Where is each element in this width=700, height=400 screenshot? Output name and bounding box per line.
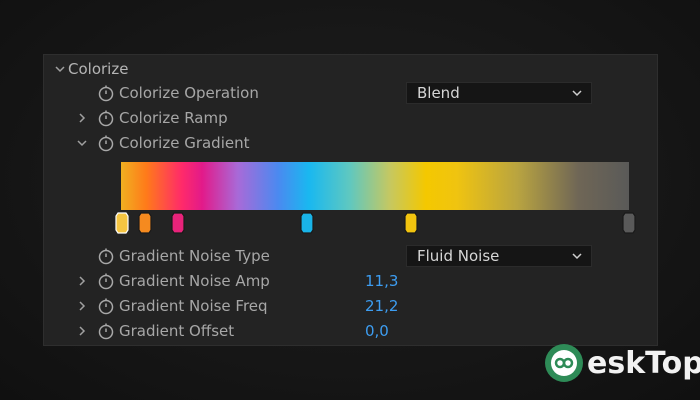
chevron-down-icon[interactable] (52, 61, 68, 77)
gradient-stop-handle[interactable] (300, 212, 314, 234)
property-label: Colorize Ramp (119, 109, 228, 127)
gradient-stop-handle[interactable] (115, 212, 129, 234)
gradient-stop-handle[interactable] (622, 212, 636, 234)
property-label: Colorize Gradient (119, 134, 250, 152)
chevron-down-icon (572, 90, 582, 97)
property-label: Gradient Noise Freq (119, 297, 268, 315)
colorize-operation-dropdown[interactable]: Blend (406, 82, 592, 104)
gradient-stop-handle[interactable] (171, 212, 185, 234)
stopwatch-icon[interactable] (97, 322, 115, 340)
chevron-right-icon[interactable] (74, 298, 90, 314)
dropdown-value: Fluid Noise (417, 247, 500, 265)
property-label: Colorize Operation (119, 84, 259, 102)
gradient-preview-bar[interactable] (121, 162, 629, 210)
stopwatch-icon[interactable] (97, 297, 115, 315)
property-gradient-noise-type: Gradient Noise Type Fluid Noise (44, 244, 657, 268)
chevron-right-icon[interactable] (74, 110, 90, 126)
stopwatch-icon[interactable] (97, 272, 115, 290)
stopwatch-icon[interactable] (97, 247, 115, 265)
desktop-watermark: eskTop (543, 342, 700, 384)
gradient-stop-handle[interactable] (138, 212, 152, 234)
property-gradient-offset: Gradient Offset 0,0 (44, 319, 657, 343)
gradient-noise-freq-value[interactable]: 21,2 (365, 297, 398, 315)
property-label: Gradient Offset (119, 322, 235, 340)
chevron-down-icon (572, 253, 582, 260)
gradient-offset-value[interactable]: 0,0 (365, 322, 389, 340)
property-gradient-noise-amp: Gradient Noise Amp 11,3 (44, 269, 657, 293)
property-gradient-noise-freq: Gradient Noise Freq 21,2 (44, 294, 657, 318)
chevron-right-icon[interactable] (74, 323, 90, 339)
gradient-noise-amp-value[interactable]: 11,3 (365, 272, 398, 290)
property-colorize-operation: Colorize Operation Blend (44, 81, 657, 105)
stopwatch-icon[interactable] (97, 134, 115, 152)
desktop-logo-icon (545, 344, 583, 382)
stopwatch-icon[interactable] (97, 84, 115, 102)
section-title: Colorize (68, 60, 129, 78)
chevron-right-icon[interactable] (74, 273, 90, 289)
watermark-text: eskTop (587, 345, 700, 381)
property-label: Gradient Noise Amp (119, 272, 270, 290)
property-label: Gradient Noise Type (119, 247, 270, 265)
property-colorize-ramp: Colorize Ramp (44, 106, 657, 130)
chevron-down-icon[interactable] (74, 135, 90, 151)
section-header-colorize[interactable]: Colorize (44, 57, 657, 81)
gradient-noise-type-dropdown[interactable]: Fluid Noise (406, 245, 592, 267)
stopwatch-icon[interactable] (97, 109, 115, 127)
dropdown-value: Blend (417, 84, 460, 102)
property-colorize-gradient: Colorize Gradient (44, 131, 657, 155)
gradient-stop-handle[interactable] (404, 212, 418, 234)
app-canvas: Colorize Colorize Operation Blend Colori… (0, 0, 700, 400)
